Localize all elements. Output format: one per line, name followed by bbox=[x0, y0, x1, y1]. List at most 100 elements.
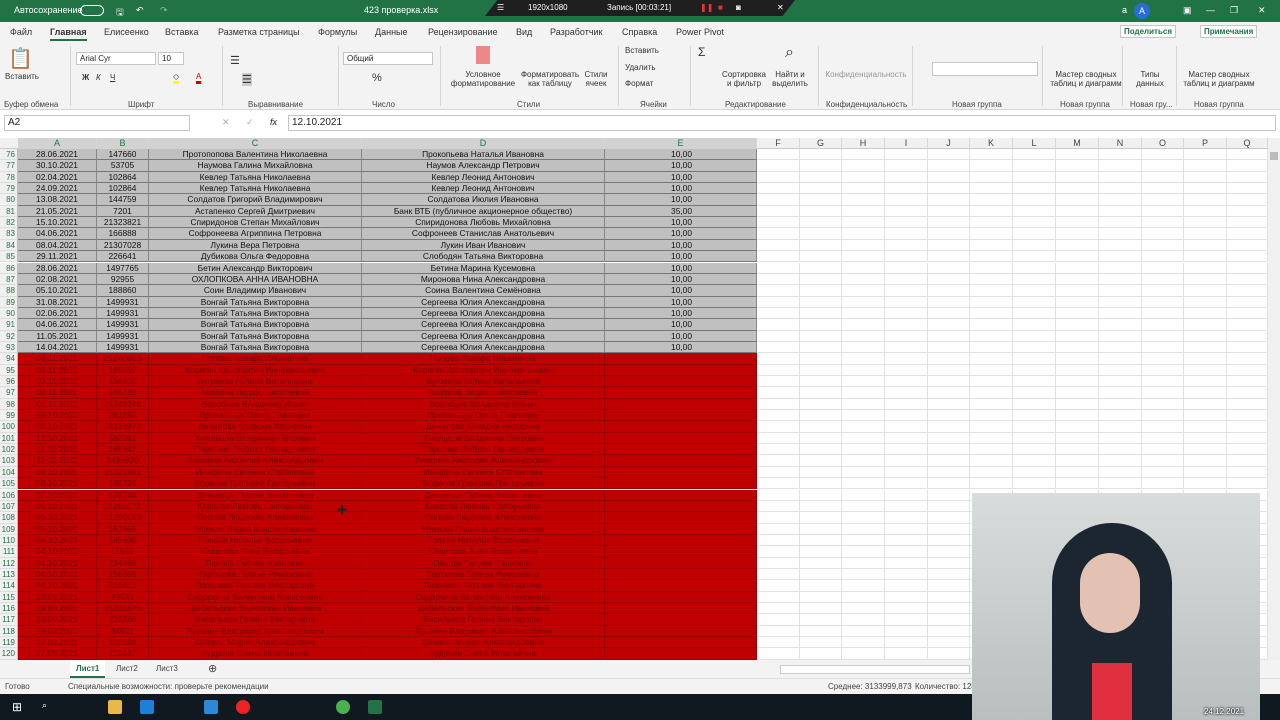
cell[interactable] bbox=[757, 455, 800, 467]
cell[interactable] bbox=[800, 228, 842, 240]
minimize-icon[interactable]: — bbox=[1206, 5, 1215, 15]
cell[interactable] bbox=[928, 160, 970, 172]
cell[interactable] bbox=[885, 273, 928, 286]
cell[interactable] bbox=[800, 262, 842, 274]
menu-tab[interactable]: Разметка страницы bbox=[218, 27, 300, 37]
cell[interactable] bbox=[1056, 421, 1099, 433]
cell[interactable] bbox=[757, 296, 800, 308]
cell[interactable] bbox=[928, 183, 970, 195]
cell[interactable] bbox=[842, 171, 885, 184]
cell[interactable]: 04.10.2021 bbox=[18, 546, 97, 558]
row-header[interactable]: 112 bbox=[0, 557, 18, 569]
cell[interactable] bbox=[1013, 421, 1056, 433]
cell[interactable]: Деменчук Галина Васильевна bbox=[362, 489, 605, 501]
cell[interactable]: 04.06.2021 bbox=[18, 319, 97, 331]
cell[interactable]: Вонгай Татьяна Викторовна bbox=[149, 319, 362, 331]
cell[interactable]: Сергеева Юлия Александровна bbox=[362, 307, 605, 320]
cell[interactable] bbox=[1099, 398, 1142, 411]
cell[interactable]: Воробьев Владимир Ильич bbox=[362, 398, 605, 411]
cell[interactable] bbox=[928, 194, 970, 206]
cell[interactable]: Хмельцов Владимир Петрович bbox=[149, 432, 362, 445]
cell[interactable]: Тартыева Галина Романовна bbox=[149, 568, 362, 581]
cell[interactable] bbox=[1142, 171, 1184, 184]
cell[interactable] bbox=[1099, 183, 1142, 195]
cell[interactable]: Кевлер Леонид Антонович bbox=[362, 183, 605, 195]
cell[interactable] bbox=[885, 444, 928, 456]
cell[interactable]: Улизько Лидия Константиновна bbox=[362, 523, 605, 535]
cell[interactable] bbox=[605, 523, 757, 535]
cell[interactable] bbox=[842, 228, 885, 240]
cell[interactable] bbox=[605, 455, 757, 467]
cell[interactable] bbox=[1142, 296, 1184, 308]
cell[interactable]: 29.11.2021 bbox=[18, 251, 97, 263]
cell[interactable] bbox=[1142, 307, 1184, 320]
cell[interactable] bbox=[1099, 307, 1142, 320]
cell[interactable] bbox=[1227, 228, 1268, 240]
cell[interactable] bbox=[885, 183, 928, 195]
cell[interactable] bbox=[1099, 387, 1142, 399]
row-header[interactable]: 101 bbox=[0, 432, 18, 445]
cell[interactable] bbox=[757, 444, 800, 456]
cell[interactable] bbox=[928, 262, 970, 274]
cell[interactable] bbox=[757, 421, 800, 433]
cell[interactable]: Панова Галина Ивановна bbox=[362, 557, 605, 569]
cell[interactable] bbox=[1184, 228, 1227, 240]
formula-input[interactable]: 12.10.2021 bbox=[288, 115, 1276, 131]
cell[interactable] bbox=[1142, 432, 1184, 445]
cell[interactable] bbox=[800, 239, 842, 252]
cell[interactable] bbox=[842, 205, 885, 218]
cell[interactable] bbox=[800, 353, 842, 365]
cell[interactable] bbox=[928, 228, 970, 240]
cell[interactable]: 102864 bbox=[97, 171, 149, 184]
name-box[interactable]: A2 bbox=[4, 115, 190, 131]
cell[interactable] bbox=[970, 478, 1013, 490]
cell[interactable] bbox=[885, 568, 928, 581]
cell[interactable]: Улизько Лидия Константиновна bbox=[149, 523, 362, 535]
cell[interactable] bbox=[1184, 444, 1227, 456]
cell[interactable] bbox=[928, 341, 970, 354]
cell[interactable]: 1499931 bbox=[97, 319, 149, 331]
row-header[interactable]: 87 bbox=[0, 273, 18, 286]
cell[interactable] bbox=[970, 432, 1013, 445]
menu-tab[interactable]: Формулы bbox=[318, 27, 357, 37]
cell[interactable] bbox=[885, 432, 928, 445]
cell[interactable]: Бетина Марина Кусемовна bbox=[362, 262, 605, 274]
align-top-icon[interactable]: ☰ bbox=[230, 54, 240, 67]
cell[interactable] bbox=[1056, 466, 1099, 479]
column-header[interactable]: D bbox=[362, 138, 605, 149]
cell[interactable]: 188860 bbox=[97, 285, 149, 297]
cell[interactable] bbox=[1184, 432, 1227, 445]
cell[interactable]: 185836 bbox=[97, 534, 149, 547]
cell[interactable] bbox=[1099, 410, 1142, 422]
cell[interactable] bbox=[1184, 296, 1227, 308]
cell[interactable]: 08.10.2021 bbox=[18, 466, 97, 479]
horizontal-scrollbar[interactable] bbox=[780, 665, 970, 674]
cell[interactable] bbox=[800, 217, 842, 229]
cell[interactable] bbox=[885, 410, 928, 422]
cell[interactable] bbox=[928, 489, 970, 501]
cell[interactable] bbox=[1099, 194, 1142, 206]
cell[interactable] bbox=[605, 489, 757, 501]
cell[interactable]: 21346246 bbox=[97, 398, 149, 411]
cell[interactable] bbox=[605, 432, 757, 445]
cell[interactable] bbox=[800, 160, 842, 172]
cell[interactable] bbox=[800, 183, 842, 195]
cell[interactable]: 21290153 bbox=[97, 512, 149, 524]
cell[interactable] bbox=[1013, 307, 1056, 320]
cell[interactable] bbox=[757, 568, 800, 581]
row-header[interactable]: 79 bbox=[0, 183, 18, 195]
cell[interactable]: 21240608 bbox=[97, 353, 149, 365]
cell[interactable]: Кевлер Татьяна Николаевна bbox=[149, 183, 362, 195]
cell[interactable]: 12.10.2021 bbox=[18, 432, 97, 445]
cell[interactable] bbox=[842, 217, 885, 229]
cell[interactable] bbox=[1013, 205, 1056, 218]
cell[interactable]: 21307028 bbox=[97, 239, 149, 252]
cell[interactable] bbox=[800, 648, 842, 660]
cell[interactable] bbox=[800, 296, 842, 308]
cell[interactable]: 10,00 bbox=[605, 251, 757, 263]
cell[interactable]: Миронова Нина Александровна bbox=[362, 273, 605, 286]
cell[interactable] bbox=[1056, 239, 1099, 252]
cell[interactable] bbox=[605, 466, 757, 479]
cell[interactable] bbox=[1013, 273, 1056, 286]
cell[interactable] bbox=[1056, 455, 1099, 467]
